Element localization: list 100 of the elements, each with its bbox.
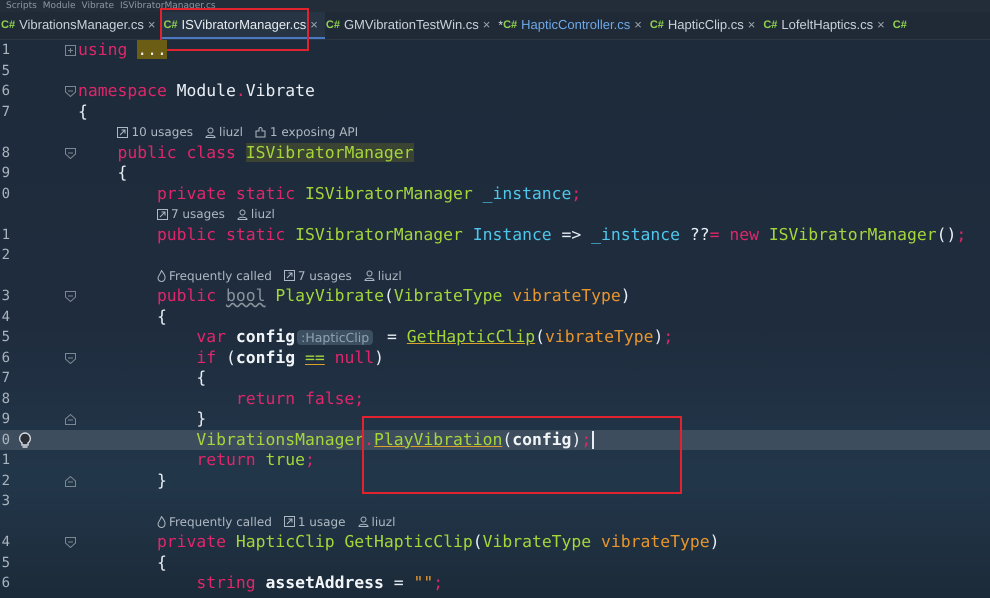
arrow-box-icon bbox=[284, 516, 295, 528]
code-line[interactable]: private HapticClip GetHapticClip(VibrateType vibrateType) bbox=[78, 532, 720, 552]
fold-marker-icon[interactable] bbox=[65, 291, 76, 302]
user-icon bbox=[358, 516, 368, 528]
code-line[interactable]: { bbox=[78, 102, 88, 122]
code-line[interactable]: using ... bbox=[78, 40, 167, 60]
line-number: 4 bbox=[0, 534, 10, 550]
csharp-file-icon: C# bbox=[892, 18, 907, 30]
fold-marker-icon[interactable] bbox=[65, 86, 76, 97]
close-tab-button[interactable]: × bbox=[148, 17, 156, 32]
tab-label: HapticClip.cs bbox=[668, 17, 744, 32]
line-number: 7 bbox=[0, 104, 10, 120]
line-number: 8 bbox=[0, 390, 10, 407]
close-tab-button[interactable]: × bbox=[748, 17, 756, 32]
arrow-box-icon bbox=[117, 126, 128, 138]
code-lens-text[interactable]: 1 exposing API bbox=[270, 125, 358, 140]
line-number: 0 bbox=[0, 186, 10, 202]
line-number: 5 bbox=[0, 329, 10, 346]
close-tab-button[interactable]: × bbox=[634, 17, 642, 32]
tab-label: LofeltHaptics.cs bbox=[781, 17, 874, 32]
line-number: 9 bbox=[0, 411, 10, 428]
line-number: 3 bbox=[0, 493, 10, 510]
line-number: 3 bbox=[0, 288, 10, 304]
code-lens-text[interactable]: 7 usages bbox=[298, 268, 352, 283]
arrow-box-icon bbox=[156, 208, 168, 220]
code-line[interactable]: { bbox=[78, 163, 128, 184]
code-line[interactable]: var config :HapticClip = GetHapticClip(vibrateType); bbox=[78, 326, 674, 348]
close-tab-button[interactable]: × bbox=[310, 17, 318, 32]
line-number: 7 bbox=[0, 370, 10, 386]
code-line[interactable]: string assetAddress = ""; bbox=[78, 573, 444, 594]
expand-marker-icon[interactable] bbox=[65, 45, 76, 56]
code-line[interactable]: { bbox=[78, 306, 167, 327]
puzzle-icon bbox=[254, 126, 267, 138]
code-lens-text[interactable]: 1 usage bbox=[298, 514, 346, 529]
tab-label: HapticController.cs bbox=[521, 17, 630, 32]
line-number: 1 bbox=[0, 452, 10, 468]
user-icon bbox=[205, 126, 216, 138]
modified-mark: * bbox=[498, 18, 504, 32]
breadcrumb-item[interactable]: Vibrate bbox=[82, 0, 114, 12]
line-number: 6 bbox=[0, 575, 10, 592]
fold-marker-icon[interactable] bbox=[65, 476, 76, 486]
code-line[interactable]: } bbox=[78, 470, 167, 491]
breadcrumb-item[interactable]: Module bbox=[42, 0, 76, 12]
code-line[interactable]: { bbox=[78, 552, 167, 573]
fold-marker-icon[interactable] bbox=[65, 352, 76, 364]
breadcrumb-item[interactable]: Scripts bbox=[6, 0, 37, 12]
editor-tab[interactable]: *C# HapticController.cs × bbox=[497, 12, 649, 39]
csharp-file-icon: C# bbox=[1, 18, 16, 30]
line-number: 1 bbox=[0, 226, 10, 243]
code-line[interactable]: } bbox=[78, 409, 206, 430]
code-line[interactable]: private static ISVibratorManager _instance; bbox=[78, 184, 582, 204]
csharp-file-icon: C# bbox=[163, 18, 178, 30]
editor-tab[interactable]: C# LofeltHaptics.cs × bbox=[762, 12, 892, 39]
code-line[interactable]: VibrationsManager.PlayVibration(config); bbox=[78, 430, 594, 450]
code-line[interactable]: public static ISVibratorManager Instance => _instance ??= new ISVibratorManager(); bbox=[78, 224, 966, 245]
line-number: 1 bbox=[0, 42, 10, 58]
code-line[interactable]: public bool PlayVibrate(VibrateType vibrateType) bbox=[78, 286, 631, 306]
line-number: 9 bbox=[0, 165, 10, 182]
code-line[interactable]: public class ISVibratorManager bbox=[78, 142, 414, 163]
code-line[interactable]: namespace Module.Vibrate bbox=[78, 81, 315, 102]
code-lens-text[interactable]: liuzl bbox=[378, 268, 402, 283]
line-number: 2 bbox=[0, 472, 10, 489]
code-line[interactable]: return true; bbox=[78, 450, 315, 470]
fold-marker-icon[interactable] bbox=[65, 537, 76, 548]
close-tab-button[interactable]: × bbox=[482, 17, 490, 32]
breadcrumb-item[interactable]: ISVibratorManager.cs bbox=[120, 0, 216, 12]
fold-marker-icon[interactable] bbox=[65, 148, 76, 158]
csharp-file-icon: C# bbox=[650, 18, 664, 30]
tab-label: ISVibratorManager.cs bbox=[182, 17, 306, 32]
code-lens-text[interactable]: liuzl bbox=[372, 514, 396, 529]
csharp-file-icon: C# bbox=[326, 18, 340, 30]
line-number: 5 bbox=[0, 554, 10, 571]
csharp-file-icon: C# bbox=[503, 18, 518, 30]
line-number: 8 bbox=[0, 144, 10, 161]
csharp-file-icon: C# bbox=[763, 18, 778, 30]
editor-tab[interactable]: C# ISVibratorManager.cs × bbox=[162, 12, 325, 39]
editor-tab[interactable]: C# HapticClip.cs × bbox=[648, 12, 762, 39]
editor-tab[interactable]: C# VibrationsManager.cs × bbox=[0, 12, 162, 39]
code-line[interactable]: if (config == null) bbox=[78, 348, 384, 368]
line-number: 5 bbox=[0, 62, 10, 79]
code-lens-text[interactable]: liuzl bbox=[250, 207, 275, 222]
user-icon bbox=[364, 270, 375, 282]
code-lens-text[interactable]: liuzl bbox=[219, 125, 243, 140]
close-tab-button[interactable]: × bbox=[877, 17, 885, 32]
editor-tab[interactable]: C# bbox=[892, 12, 914, 39]
line-number: 6 bbox=[0, 83, 10, 100]
line-number: 4 bbox=[0, 308, 10, 325]
line-number: 0 bbox=[0, 432, 10, 448]
code-lens-text[interactable]: Frequently called bbox=[168, 514, 272, 529]
code-lens-text[interactable]: Frequently called bbox=[168, 268, 272, 283]
user-icon bbox=[236, 208, 248, 220]
tab-label: GMVibrationTestWin.cs bbox=[344, 17, 479, 32]
line-number: 6 bbox=[0, 350, 10, 366]
code-lens-text[interactable]: 7 usages bbox=[170, 207, 225, 222]
code-line[interactable]: { bbox=[78, 368, 206, 388]
code-lens-text[interactable]: 10 usages bbox=[131, 125, 194, 140]
lightbulb-icon[interactable] bbox=[18, 432, 32, 448]
arrow-box-icon bbox=[284, 270, 295, 282]
editor-tab[interactable]: C# GMVibrationTestWin.cs × bbox=[324, 12, 498, 39]
fold-marker-icon[interactable] bbox=[65, 414, 76, 425]
